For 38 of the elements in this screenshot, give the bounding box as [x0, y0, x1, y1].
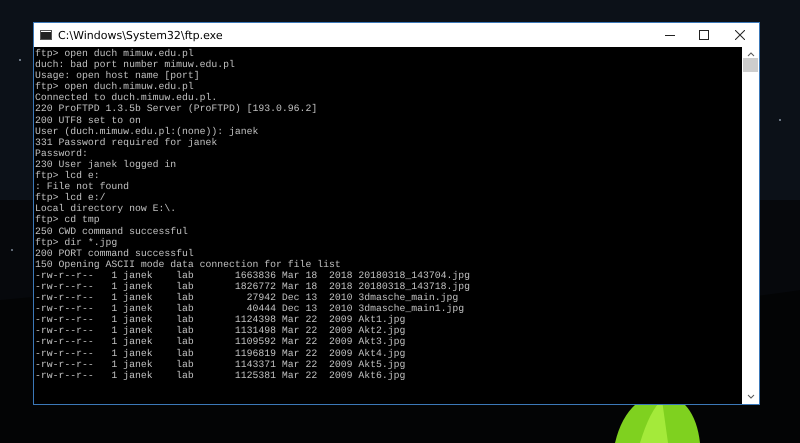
console-line: -rw-r--r-- 1 janek lab 1125381 Mar 22 2009 Akt6.jpg [35, 370, 406, 381]
console-line: User (duch.mimuw.edu.pl:(none)): janek [35, 126, 258, 137]
scroll-down-icon [746, 394, 754, 400]
scrollbar-thumb[interactable] [743, 58, 758, 72]
window-title: C:\Windows\System32\ftp.exe [58, 28, 223, 42]
console-line: 230 User janek logged in [35, 158, 176, 170]
console-line: ftp> dir *.jpg [35, 236, 118, 248]
console-line: -rw-r--r-- 1 janek lab 27942 Dec 13 2010 3dmasche_main.jpg [35, 292, 458, 304]
console-line: 200 UTF8 set to on [35, 114, 141, 126]
console-icon [40, 30, 52, 40]
console-line: -rw-r--r-- 1 janek lab 1826772 Mar 18 2018 20180318_143718.jpg [35, 280, 470, 292]
console-line: 150 Opening ASCII mode data connection for file list [35, 258, 341, 270]
console-line: 250 CWD command successful [35, 226, 188, 237]
scroll-up-icon [746, 51, 754, 57]
scrollbar[interactable] [742, 47, 759, 404]
console-line: -rw-r--r-- 1 janek lab 1131498 Mar 22 2009 Akt2.jpg [35, 325, 406, 336]
console-line: Password: [35, 148, 88, 159]
console-line: Usage: open host name [port] [35, 70, 200, 82]
console-line: -rw-r--r-- 1 janek lab 1663836 Mar 18 2018 20180318_143704.jpg [35, 270, 470, 281]
console-line: Local directory now E:\. [35, 203, 176, 214]
close-icon [735, 30, 745, 40]
console-line: -rw-r--r-- 1 janek lab 1196819 Mar 22 2009 Akt4.jpg [35, 348, 406, 359]
maximize-icon [699, 30, 709, 40]
console-line: ftp> open duch mimuw.edu.pl [35, 48, 194, 60]
console-line: 200 PORT command successful [35, 248, 194, 259]
console-line: ftp> lcd e: [35, 170, 100, 182]
console-line: ftp> cd tmp [35, 214, 100, 226]
console-line: 331 Password required for janek [35, 136, 218, 148]
console-line: ftp> open duch.mimuw.edu.pl [35, 81, 194, 92]
console-line: : File not found [35, 181, 130, 192]
console-line: -rw-r--r-- 1 janek lab 1124398 Mar 22 2009 Akt1.jpg [35, 314, 406, 326]
console-line: 220 ProFTPD 1.3.5b Server (ProFTPD) [193.0.96.2] [35, 103, 318, 115]
console-line: ftp> lcd e:/ [35, 192, 106, 204]
console-line: duch: bad port number mimuw.edu.pl [35, 59, 235, 70]
console-line: Connected to duch.mimuw.edu.pl. [35, 92, 218, 104]
console-line: -rw-r--r-- 1 janek lab 1143371 Mar 22 2009 Akt5.jpg [35, 358, 406, 370]
console-line: -rw-r--r-- 1 janek lab 1109592 Mar 22 2009 Akt3.jpg [35, 336, 406, 348]
console-line: -rw-r--r-- 1 janek lab 40444 Dec 13 2010 3dmasche_main1.jpg [35, 303, 464, 314]
